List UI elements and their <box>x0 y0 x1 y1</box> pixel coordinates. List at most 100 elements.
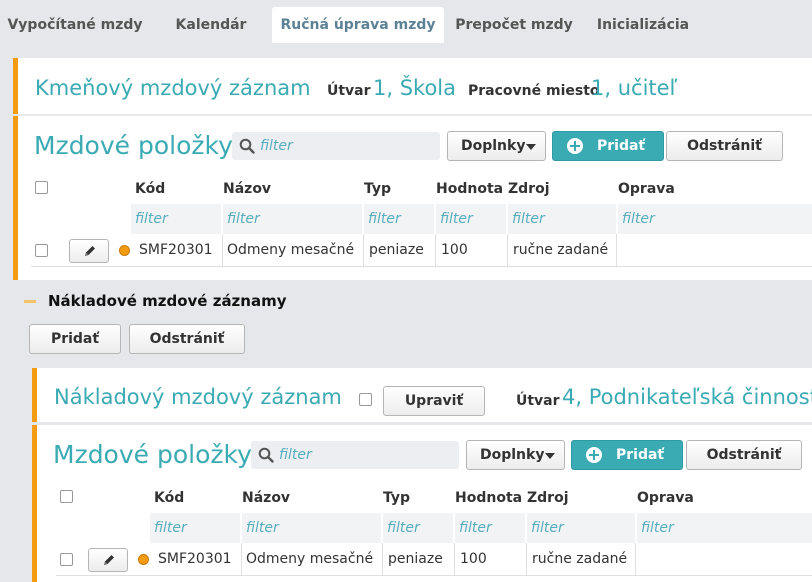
col-header-fix[interactable]: Oprava <box>637 490 694 506</box>
cell-name: Odmeny mesačné <box>246 551 374 567</box>
table-row[interactable]: SMF20301 Odmeny mesačné peniaze 100 ručn… <box>56 543 812 576</box>
add-item-button[interactable]: Pridať <box>552 131 664 161</box>
caret-down-icon <box>526 144 536 150</box>
tab-vypocitane-mzdy[interactable]: Vypočítané mzdy <box>0 7 150 43</box>
unit-label: Útvar <box>327 83 371 99</box>
cell-value: 100 <box>441 242 468 258</box>
main-record-title: Kmeňový mzdový záznam <box>35 76 311 100</box>
unit-value: 1, Škola <box>373 76 457 100</box>
col-header-name[interactable]: Názov <box>223 181 271 197</box>
filter-fix[interactable]: filter <box>618 204 812 234</box>
cell-value: 100 <box>460 551 487 567</box>
position-label: Pracovné miesto <box>468 83 600 99</box>
filter-value[interactable]: filter <box>436 204 508 234</box>
tab-rucna-uprava-mzdy[interactable]: Ručná úprava mzdy <box>272 7 444 43</box>
tab-inicializacia[interactable]: Inicializácia <box>584 7 702 43</box>
filter-code[interactable]: filter <box>131 204 223 234</box>
cell-code: SMF20301 <box>158 551 232 567</box>
status-dot-icon <box>119 245 130 256</box>
row-checkbox[interactable] <box>35 244 48 257</box>
filter-code[interactable]: filter <box>150 513 242 543</box>
edit-cost-record-label: Upraviť <box>404 393 464 409</box>
cell-source: ručne zadané <box>532 551 628 567</box>
items-title: Mzdové položky <box>53 440 252 469</box>
col-header-type[interactable]: Typ <box>364 181 391 197</box>
plus-circle-icon <box>567 138 583 154</box>
filter-value[interactable]: filter <box>455 513 527 543</box>
items-search-input[interactable] <box>260 132 430 160</box>
cost-record-title: Nákladový mzdový záznam <box>54 385 342 409</box>
addons-label: Doplnky <box>480 447 545 463</box>
add-item-label: Pridať <box>597 138 646 154</box>
row-checkbox[interactable] <box>60 553 73 566</box>
cost-section-title: Nákladové mzdové záznamy <box>48 292 287 310</box>
addons-dropdown[interactable]: Doplnky <box>447 131 546 161</box>
remove-cost-record-label: Odstrániť <box>149 331 225 347</box>
remove-cost-record-button[interactable]: Odstrániť <box>129 324 245 354</box>
cell-divider <box>454 543 455 576</box>
cell-divider <box>526 543 527 576</box>
filter-type[interactable]: filter <box>364 204 436 234</box>
edit-cost-record-button[interactable]: Upraviť <box>383 386 485 416</box>
plus-circle-icon <box>586 447 602 463</box>
tab-kalendar[interactable]: Kalendár <box>150 7 272 43</box>
col-header-fix[interactable]: Oprava <box>618 181 675 197</box>
col-header-code[interactable]: Kód <box>154 490 184 506</box>
col-header-source[interactable]: Zdroj <box>508 181 550 197</box>
tab-bar: Vypočítané mzdy Kalendár Ručná úprava mz… <box>0 0 812 43</box>
cell-divider <box>382 543 383 576</box>
remove-item-button[interactable]: Odstrániť <box>686 440 802 470</box>
col-header-value[interactable]: Hodnota <box>455 490 522 506</box>
remove-item-button[interactable]: Odstrániť <box>666 131 783 161</box>
col-header-code[interactable]: Kód <box>135 181 165 197</box>
cell-source: ručne zadané <box>513 242 609 258</box>
cell-name: Odmeny mesačné <box>227 242 355 258</box>
filter-name[interactable]: filter <box>223 204 364 234</box>
cost-unit-value: 4, Podnikateľská činnosť <box>562 385 812 409</box>
filter-row: filter filter filter filter filter filte… <box>131 204 812 234</box>
col-header-type[interactable]: Typ <box>383 490 410 506</box>
items-panel-2: Mzdové položky Doplnky Pridať Odstrániť … <box>32 425 812 582</box>
cost-unit-label: Útvar <box>516 393 560 409</box>
search-icon <box>239 138 255 154</box>
filter-source[interactable]: filter <box>508 204 618 234</box>
col-header-source[interactable]: Zdroj <box>527 490 569 506</box>
caret-down-icon <box>545 453 555 459</box>
cost-record-checkbox[interactable] <box>359 393 372 406</box>
addons-dropdown[interactable]: Doplnky <box>466 440 565 470</box>
search-icon <box>258 447 274 463</box>
filter-source[interactable]: filter <box>527 513 637 543</box>
add-cost-record-button[interactable]: Pridať <box>29 324 121 354</box>
filter-name[interactable]: filter <box>242 513 383 543</box>
filter-row: filter filter filter filter filter filte… <box>150 513 812 543</box>
tab-prepocet-mzdy[interactable]: Prepočet mzdy <box>444 7 584 43</box>
items-panel-1: Mzdové položky Doplnky Pridať Odstrániť … <box>13 116 812 280</box>
add-cost-record-label: Pridať <box>50 331 100 347</box>
table-row[interactable]: SMF20301 Odmeny mesačné peniaze 100 ručn… <box>31 234 812 267</box>
edit-row-button[interactable] <box>69 239 109 263</box>
filter-type[interactable]: filter <box>383 513 455 543</box>
status-dot-icon <box>138 554 149 565</box>
select-all-checkbox[interactable] <box>60 490 73 503</box>
addons-label: Doplnky <box>461 138 526 154</box>
cell-divider <box>635 543 636 576</box>
main-record-panel: Kmeňový mzdový záznam Útvar 1, Škola Pra… <box>13 58 812 114</box>
pencil-icon <box>85 246 95 256</box>
filter-fix[interactable]: filter <box>637 513 812 543</box>
pencil-icon <box>104 555 114 565</box>
edit-row-button[interactable] <box>88 548 128 572</box>
items-search[interactable] <box>251 441 459 469</box>
col-header-name[interactable]: Názov <box>242 490 290 506</box>
collapse-icon[interactable] <box>24 300 36 303</box>
cell-type: peniaze <box>388 551 443 567</box>
position-value: 1, učiteľ <box>591 76 678 100</box>
cell-code: SMF20301 <box>139 242 213 258</box>
items-title: Mzdové položky <box>34 131 233 160</box>
cell-divider <box>363 234 364 267</box>
col-header-value[interactable]: Hodnota <box>436 181 503 197</box>
select-all-checkbox[interactable] <box>35 181 48 194</box>
items-search-input[interactable] <box>279 441 449 469</box>
add-item-button[interactable]: Pridať <box>571 440 683 470</box>
cost-record-panel: Nákladový mzdový záznam Upraviť Útvar 4,… <box>32 368 812 422</box>
items-search[interactable] <box>232 132 440 160</box>
